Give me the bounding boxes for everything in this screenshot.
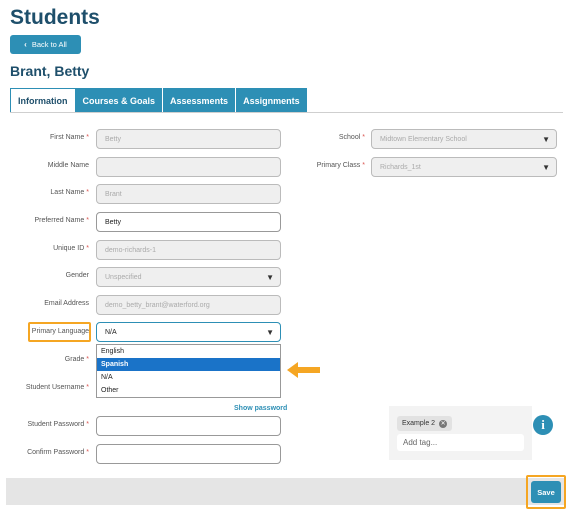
caret-down-icon: ▼ (266, 328, 274, 337)
student-name: Brant, Betty (10, 63, 90, 79)
save-button-highlight (526, 475, 566, 509)
caret-down-icon: ▼ (542, 135, 550, 144)
add-tag-input[interactable]: Add tag... (397, 434, 524, 451)
tag-chip: Example 2 ✕ (397, 416, 453, 431)
confirm-password-field[interactable] (96, 444, 281, 464)
email-label: Email Address (44, 300, 89, 307)
language-option-english[interactable]: English (97, 345, 280, 358)
back-to-all-button[interactable]: ‹ Back to All (10, 35, 81, 54)
chevron-left-icon: ‹ (24, 40, 27, 49)
tab-assessments[interactable]: Assessments (163, 88, 237, 113)
show-password-link[interactable]: Show password (234, 405, 287, 412)
last-name-label: Last Name * (50, 189, 89, 196)
unique-id-field[interactable]: demo-richards-1 (96, 240, 281, 260)
primary-language-dropdown: English Spanish N/A Other (96, 344, 281, 398)
gender-label: Gender (65, 272, 89, 279)
language-option-spanish[interactable]: Spanish (97, 358, 280, 371)
tag-panel: Example 2 ✕ Add tag... (389, 406, 532, 460)
confirm-password-label: Confirm Password * (27, 449, 89, 456)
grade-label: Grade * (64, 356, 89, 363)
gender-select[interactable]: Unspecified ▼ (96, 267, 281, 287)
tag-chip-label: Example 2 (402, 420, 436, 427)
tab-bar: Information Courses & Goals Assessments … (10, 88, 308, 113)
caret-down-icon: ▼ (542, 163, 550, 172)
remove-tag-icon[interactable]: ✕ (439, 419, 448, 428)
caret-down-icon: ▼ (266, 273, 274, 282)
tab-divider (10, 112, 563, 113)
primary-language-value: N/A (105, 328, 117, 336)
preferred-name-label: Preferred Name * (34, 217, 89, 224)
student-username-label: Student Username * (25, 384, 89, 391)
school-label: School * (338, 134, 365, 141)
tab-information[interactable]: Information (10, 88, 76, 113)
student-password-field[interactable] (96, 416, 281, 436)
primary-class-value: Richards_1st (380, 163, 421, 171)
tab-assignments[interactable]: Assignments (236, 88, 308, 113)
preferred-name-field[interactable]: Betty (96, 212, 281, 232)
primary-language-label-highlight (28, 322, 91, 342)
last-name-field[interactable]: Brant (96, 184, 281, 204)
student-password-label: Student Password * (27, 421, 89, 428)
language-option-na[interactable]: N/A (97, 371, 280, 384)
middle-name-field[interactable] (96, 157, 281, 177)
middle-name-label: Middle Name (47, 162, 89, 169)
primary-language-select[interactable]: N/A ▼ (96, 322, 281, 342)
tab-courses-goals[interactable]: Courses & Goals (75, 88, 164, 113)
page-title: Students (10, 6, 100, 29)
back-to-all-label: Back to All (31, 40, 67, 49)
primary-class-select[interactable]: Richards_1st ▼ (371, 157, 557, 177)
primary-class-label: Primary Class * (316, 162, 365, 169)
language-option-other[interactable]: Other (97, 384, 280, 397)
school-select[interactable]: Midtown Elementary School ▼ (371, 129, 557, 149)
first-name-label: First Name * (50, 134, 89, 141)
unique-id-label: Unique ID * (53, 245, 89, 252)
footer-bar (6, 478, 564, 505)
arrow-left-icon (287, 362, 320, 378)
school-value: Midtown Elementary School (380, 135, 467, 143)
gender-value: Unspecified (105, 273, 142, 281)
info-icon[interactable]: i (533, 415, 553, 435)
email-field[interactable]: demo_betty_brant@waterford.org (96, 295, 281, 315)
first-name-field[interactable]: Betty (96, 129, 281, 149)
